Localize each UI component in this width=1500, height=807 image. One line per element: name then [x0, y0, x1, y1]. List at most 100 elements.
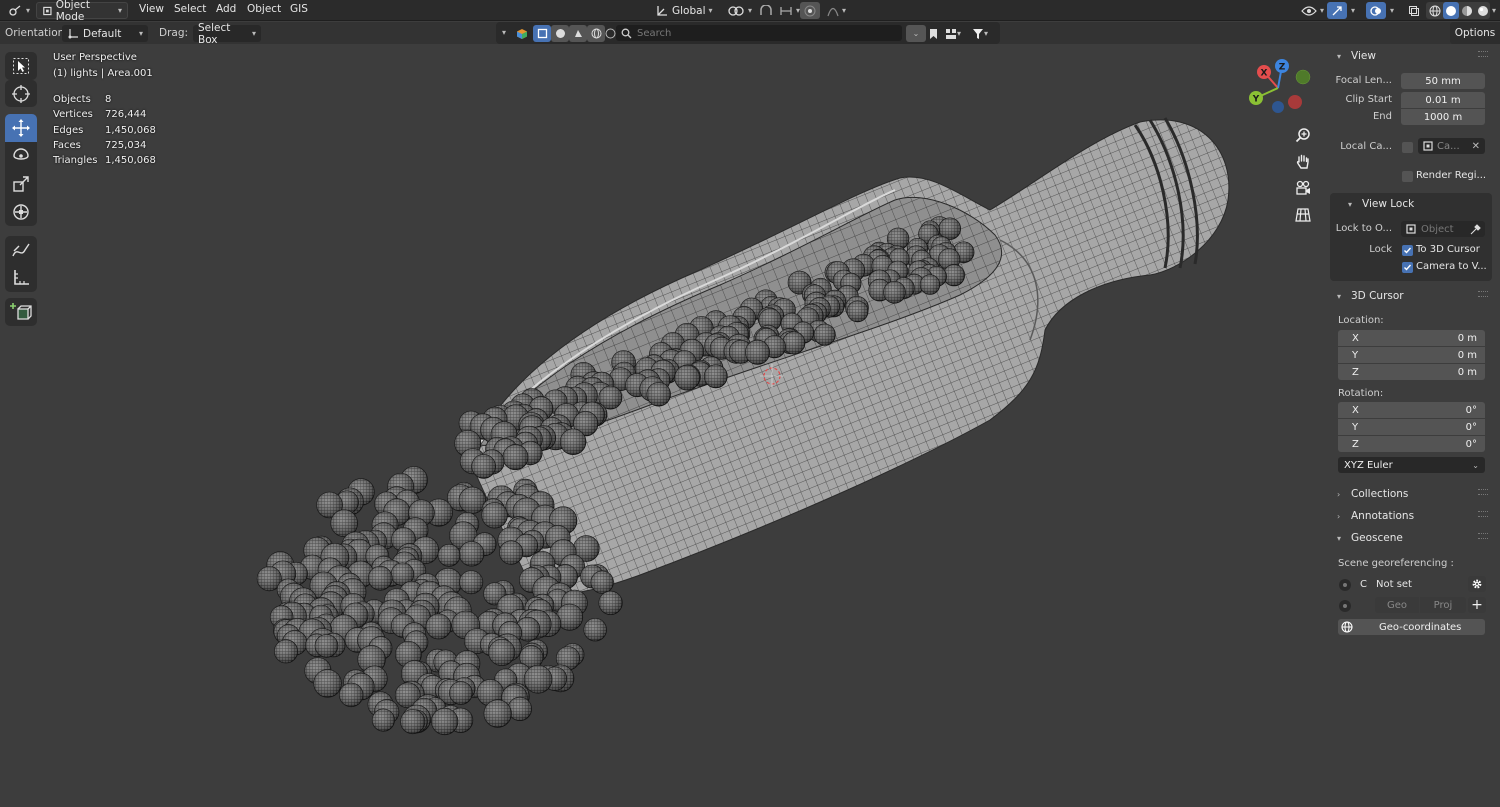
menu-gis[interactable]: GIS — [290, 3, 308, 15]
add-cube-tool[interactable] — [5, 298, 37, 326]
material-sphere-icon — [1462, 5, 1472, 16]
asset-search-input[interactable]: Search — [616, 25, 902, 41]
local-camera-label: Local Ca... — [1340, 141, 1392, 152]
shading-wireframe[interactable] — [1427, 2, 1443, 19]
menu-add[interactable]: Add — [216, 3, 236, 15]
menu-view[interactable]: View — [139, 3, 164, 15]
panel-annotations-header[interactable]: › Annotations — [1330, 506, 1492, 526]
shading-rendered[interactable] — [1475, 2, 1491, 19]
visibility-dropdown[interactable]: ▾ — [1296, 2, 1329, 19]
cursor-location-x[interactable]: X0 m — [1338, 330, 1485, 346]
chevron-down-icon[interactable]: ▾ — [502, 28, 506, 37]
cursor-rotation-y[interactable]: Y 0° — [1338, 419, 1485, 435]
cursor-location-z[interactable]: Z0 m — [1338, 364, 1485, 380]
xray-toggle[interactable] — [1404, 2, 1424, 19]
gizmo-neg-x[interactable] — [1288, 95, 1302, 109]
shading-material[interactable] — [1459, 2, 1475, 19]
falloff-dropdown[interactable]: ▾ — [822, 2, 851, 19]
drag-grip-icon[interactable] — [1478, 51, 1488, 57]
clip-end-field[interactable]: 1000 m — [1401, 109, 1485, 125]
gizmo-toggle[interactable] — [1327, 2, 1347, 19]
geo-coordinates-button[interactable]: Geo-coordinates — [1338, 619, 1485, 635]
lock-to-object-field[interactable]: Object — [1401, 221, 1485, 237]
add-crs-button[interactable]: + — [1468, 597, 1486, 613]
local-camera-field[interactable]: Ca... ✕ — [1418, 138, 1485, 154]
filter-objects-toggle[interactable] — [533, 25, 551, 42]
select-box-tool[interactable] — [5, 52, 37, 80]
drag-dropdown[interactable]: Select Box ▾ — [193, 22, 261, 46]
solid-sphere-icon — [1446, 5, 1456, 16]
close-icon[interactable]: ✕ — [1472, 141, 1480, 152]
annotate-tool[interactable] — [5, 236, 37, 264]
pivot-dropdown[interactable]: ▾ — [722, 2, 757, 19]
search-options-dropdown[interactable]: ⌄ — [906, 25, 926, 42]
pan-button[interactable] — [1292, 150, 1314, 172]
view-lock-header[interactable]: ▾ View Lock — [1330, 194, 1492, 214]
panel-3d-cursor-header[interactable]: ▾ 3D Cursor — [1330, 286, 1492, 306]
proportional-toggle[interactable] — [800, 2, 820, 19]
filter-dropdown[interactable]: ▾ — [966, 25, 994, 42]
display-mode-dropdown[interactable]: ▾ — [942, 25, 964, 42]
georef-radio[interactable] — [1339, 579, 1351, 591]
panel-view-header[interactable]: ▾ View — [1330, 46, 1492, 66]
panel-geoscene-header[interactable]: ▾ Geoscene — [1330, 528, 1492, 548]
lock-3d-cursor-checkbox[interactable] — [1402, 245, 1413, 256]
scoop-mesh[interactable] — [469, 117, 1230, 595]
clip-start-field[interactable]: 0.01 m — [1401, 92, 1485, 108]
mode-label: Object Mode — [55, 0, 90, 23]
chevron-down-icon[interactable]: ▾ — [1492, 6, 1496, 15]
chevron-down-icon[interactable]: ▾ — [1390, 6, 1394, 15]
scale-tool[interactable] — [5, 170, 37, 198]
menu-object[interactable]: Object — [247, 3, 281, 15]
camera-to-view-label: Camera to V... — [1416, 261, 1487, 272]
gizmo-neg-z[interactable] — [1272, 101, 1284, 113]
orientation-dropdown[interactable]: Default ▾ — [62, 25, 148, 42]
camera-to-view-checkbox[interactable] — [1402, 262, 1413, 273]
filter-lights-toggle[interactable] — [569, 25, 587, 42]
gizmo-neg-y[interactable] — [1295, 69, 1311, 85]
rotate-tool[interactable] — [5, 142, 37, 170]
transform-orientation-dropdown[interactable]: Global ▾ — [650, 2, 718, 19]
ortho-toggle-button[interactable] — [1292, 204, 1314, 226]
measure-tool[interactable] — [5, 264, 37, 292]
viewport-scene[interactable] — [0, 44, 1330, 807]
rotation-mode-dropdown[interactable]: XYZ Euler ⌄ — [1338, 457, 1485, 473]
transform-tool[interactable] — [5, 198, 37, 226]
menu-select[interactable]: Select — [174, 3, 206, 15]
drag-grip-icon[interactable] — [1478, 511, 1488, 517]
render-region-checkbox[interactable] — [1402, 171, 1413, 182]
cursor-tool[interactable] — [5, 80, 37, 107]
cursor-location-y[interactable]: Y0 m — [1338, 347, 1485, 363]
zoom-button[interactable] — [1292, 124, 1314, 146]
cursor-rotation-x[interactable]: X 0° — [1338, 402, 1485, 418]
options-button[interactable]: Options — [1450, 22, 1500, 44]
checkmark-icon — [1404, 264, 1412, 271]
shading-solid[interactable] — [1443, 2, 1459, 19]
mode-dropdown[interactable]: Object Mode ▾ — [36, 0, 128, 23]
rotate-tool-icon — [13, 148, 29, 160]
chevron-down-icon[interactable]: ▾ — [1351, 6, 1355, 15]
crs-settings-button[interactable] — [1468, 576, 1486, 592]
filter-materials-toggle[interactable] — [551, 25, 569, 42]
drag-grip-icon[interactable] — [1478, 291, 1488, 297]
drag-grip-icon[interactable] — [1478, 489, 1488, 495]
editor-type-button[interactable]: ▾ — [4, 2, 35, 19]
eyedropper-icon[interactable] — [1470, 223, 1481, 235]
camera-view-button[interactable] — [1292, 177, 1314, 199]
asset-types-toggle[interactable] — [512, 25, 532, 42]
geo-button[interactable]: Geo — [1375, 597, 1419, 613]
measure-tool-icon — [14, 270, 29, 285]
panel-collections-header[interactable]: › Collections — [1330, 484, 1492, 504]
bookmark-toggle[interactable] — [926, 25, 940, 42]
drag-grip-icon[interactable] — [1478, 533, 1488, 539]
overlays-toggle[interactable] — [1366, 2, 1386, 19]
cursor-rotation-z[interactable]: Z 0° — [1338, 436, 1485, 452]
focal-length-field[interactable]: 50 mm — [1401, 73, 1485, 89]
plus-icon: + — [1471, 597, 1483, 613]
local-camera-checkbox[interactable] — [1402, 142, 1413, 153]
geo-radio[interactable] — [1339, 600, 1351, 612]
move-tool[interactable] — [5, 114, 37, 142]
filter-world2-toggle[interactable] — [603, 25, 617, 42]
navigation-gizmo[interactable]: X Z Y — [1244, 58, 1314, 118]
proj-button[interactable]: Proj — [1420, 597, 1466, 613]
